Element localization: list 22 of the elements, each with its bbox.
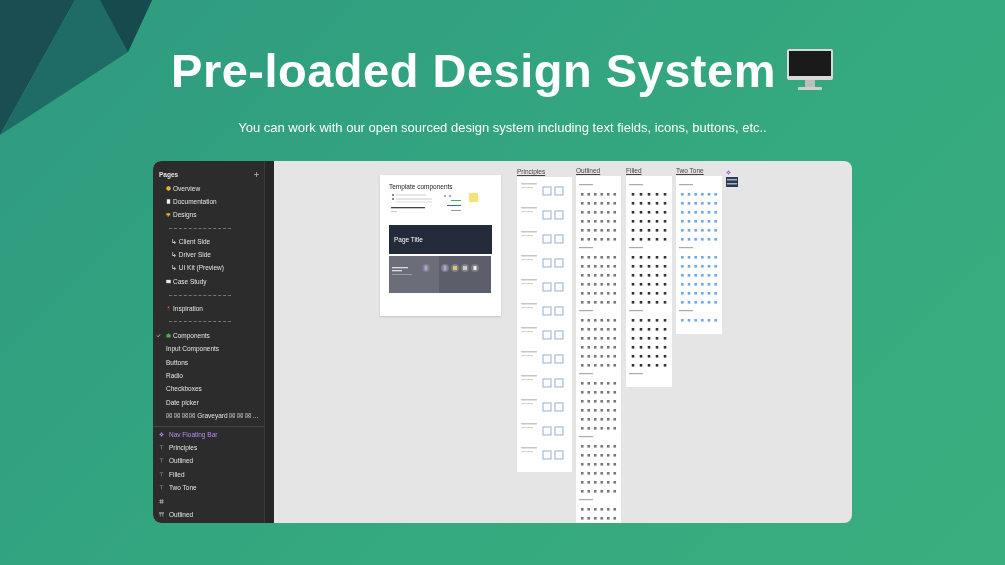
component-icon <box>726 170 731 175</box>
text-icon <box>159 458 164 464</box>
headline: Pre-loaded Design System <box>171 42 776 98</box>
puzzle-icon <box>166 332 171 338</box>
divider-line <box>169 321 231 323</box>
hand-icon <box>166 212 171 218</box>
divider-line <box>169 294 231 296</box>
frame-icon[interactable] <box>159 498 164 504</box>
figure-icon <box>166 306 171 312</box>
divider-line <box>169 227 231 229</box>
sun-icon <box>166 185 171 191</box>
group-icon <box>159 511 164 517</box>
component-icon <box>159 431 164 437</box>
monitor-icon <box>785 48 834 92</box>
add-icon[interactable] <box>254 172 259 178</box>
subtitle: You can work with our open sourced design system including text fields, icons, buttons, etc.. <box>238 120 767 135</box>
nav-bar-thumbnail <box>726 177 738 187</box>
document-icon <box>166 198 171 204</box>
text-icon <box>159 485 164 491</box>
text-icon <box>159 445 164 450</box>
text-icon <box>159 471 164 477</box>
card-icon <box>166 279 171 285</box>
